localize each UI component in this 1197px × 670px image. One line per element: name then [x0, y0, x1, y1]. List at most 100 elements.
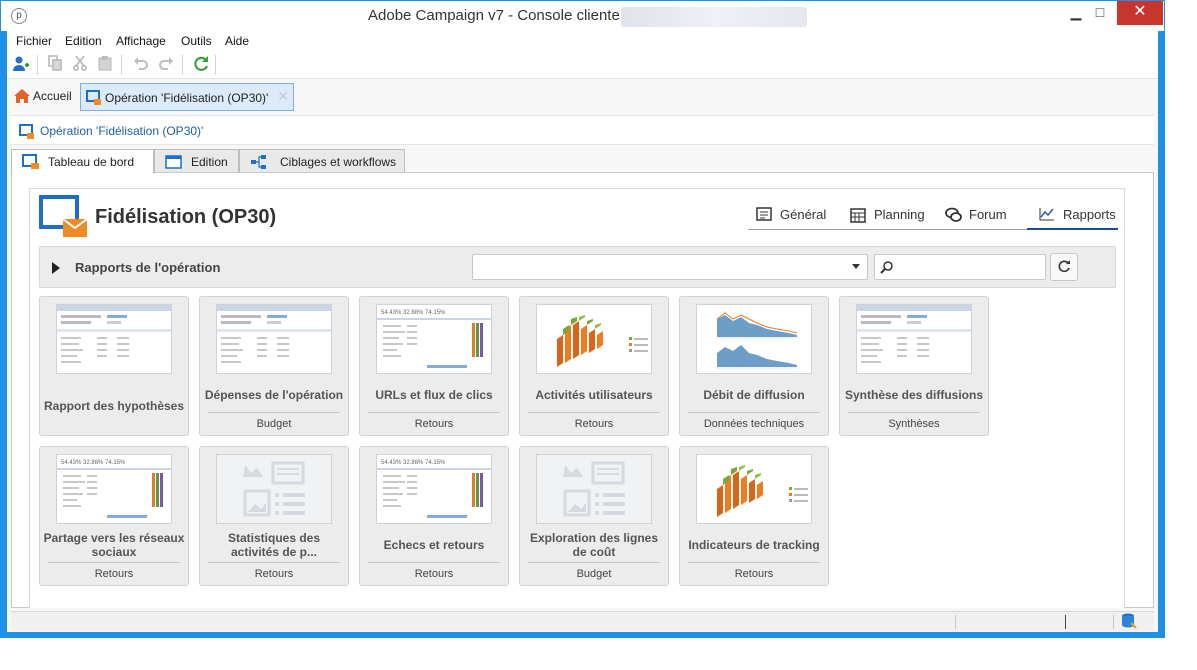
tab-ciblages-workflows-label: Ciblages et workflows: [280, 155, 397, 169]
close-tab-icon[interactable]: ✕: [277, 88, 289, 105]
svg-text:54.43% 32.88% 74.15%: 54.43% 32.88% 74.15%: [381, 460, 446, 466]
report-category: Retours: [734, 568, 774, 580]
chevron-down-icon: [852, 264, 860, 269]
report-card[interactable]: Exploration des lignes de coût Budget: [519, 446, 669, 586]
report-card[interactable]: Statistiques des activités de p... Retour…: [199, 446, 349, 586]
report-name: Exploration des lignes de coût: [529, 531, 659, 559]
database-icon: [1121, 613, 1137, 632]
menu-bar: Fichier Edition Affichage Outils Aide: [7, 31, 1158, 51]
tab-home[interactable]: Accueil: [11, 85, 76, 109]
card-divider: [688, 412, 820, 413]
tab-home-label: Accueil: [33, 89, 72, 103]
status-separator: [955, 615, 956, 629]
chart-line-icon: [1039, 207, 1055, 224]
report-category: Données techniques: [703, 418, 805, 430]
report-name: Activités utilisateurs: [535, 388, 653, 402]
nav-forum[interactable]: Forum: [945, 205, 1007, 230]
report-card[interactable]: Rapport des hypothèses: [39, 296, 189, 436]
menu-outils[interactable]: Outils: [181, 34, 212, 48]
redo-icon[interactable]: [156, 55, 176, 75]
report-card[interactable]: 54.43% 32.88% 74.15% Echecs et retours Ret…: [359, 446, 509, 586]
report-thumbnail: 54.43% 32.88% 74.15%: [56, 454, 172, 524]
operation-title: Fidélisation (OP30): [95, 206, 277, 228]
report-thumbnail: [56, 304, 172, 374]
maximize-button[interactable]: □: [1083, 1, 1117, 25]
report-name: Indicateurs de tracking: [688, 538, 820, 552]
report-category: Retours: [254, 568, 294, 580]
report-name: Echecs et retours: [383, 538, 485, 552]
tab-edition[interactable]: Edition: [154, 149, 239, 173]
new-user-icon[interactable]: [11, 55, 31, 75]
tab-ciblages-workflows[interactable]: Ciblages et workflows: [239, 149, 405, 173]
paste-icon[interactable]: [95, 55, 115, 75]
nav-rapports-label: Rapports: [1063, 207, 1116, 222]
report-category: Synthèses: [888, 418, 940, 430]
operation-icon: [19, 124, 35, 143]
report-card[interactable]: Indicateurs de tracking Retours: [679, 446, 829, 586]
card-divider: [848, 412, 980, 413]
report-name: Partage vers les réseaux sociaux: [43, 531, 185, 559]
toolbar-separator: [182, 55, 183, 75]
report-thumbnail: [696, 304, 812, 374]
copy-icon[interactable]: [45, 55, 65, 75]
report-thumbnail: [536, 454, 652, 524]
report-search-input[interactable]: [874, 254, 1046, 280]
report-name: URLs et flux de clics: [375, 388, 493, 402]
nav-general[interactable]: Général: [756, 205, 826, 230]
report-thumbnail: 54.43% 32.88% 74.15%: [376, 304, 492, 374]
status-separator: [1113, 615, 1114, 629]
report-card[interactable]: 54.43% 32.88% 74.15% Partage vers les rés…: [39, 446, 189, 586]
refresh-button[interactable]: [1050, 253, 1078, 281]
report-category: Retours: [414, 568, 454, 580]
expand-arrow-icon[interactable]: [52, 262, 60, 274]
breadcrumb[interactable]: Opération 'Fidélisation (OP30)': [11, 115, 1154, 145]
menu-aide[interactable]: Aide: [225, 34, 249, 48]
tab-operation[interactable]: Opération 'Fidélisation (OP30)' ✕: [80, 83, 294, 111]
app-window: p Adobe Campaign v7 - Console cliente ▁ …: [0, 0, 1165, 638]
edit-form-icon: [165, 154, 183, 173]
report-name: Statistiques des activités de p...: [227, 531, 321, 559]
close-button[interactable]: ✕: [1117, 1, 1163, 25]
client-area: Fichier Edition Affichage Outils Aide Ac…: [7, 31, 1158, 632]
card-divider: [688, 562, 820, 563]
dashboard-icon: [22, 154, 40, 173]
report-category: Retours: [574, 418, 614, 430]
toolbar: [7, 51, 1158, 79]
nav-planning[interactable]: Planning: [850, 205, 925, 230]
reports-section-header: Rapports de l'opération: [39, 246, 1116, 288]
report-card[interactable]: Débit de diffusion Données techniques: [679, 296, 829, 436]
toolbar-separator: [215, 55, 216, 75]
tab-tableau-de-bord[interactable]: Tableau de bord: [11, 149, 154, 174]
report-card[interactable]: Dépenses de l'opération Budget: [199, 296, 349, 436]
card-divider: [48, 562, 180, 563]
section-title: Rapports de l'opération: [75, 260, 221, 275]
report-thumbnail: [216, 454, 332, 524]
title-bar[interactable]: p Adobe Campaign v7 - Console cliente ▁ …: [1, 1, 1164, 31]
nav-planning-label: Planning: [874, 207, 925, 222]
report-filter-select[interactable]: [472, 254, 868, 280]
dashboard-nav: Général Planning Forum Rapports: [748, 205, 1118, 230]
document-tabs: Accueil Opération 'Fidélisation (OP30)' …: [7, 83, 1158, 111]
dashboard-content: Fidélisation (OP30) Général Planning For…: [29, 188, 1125, 608]
operation-icon: [86, 90, 102, 109]
report-card[interactable]: 54.43% 32.88% 74.15% URLs et flux de clic…: [359, 296, 509, 436]
report-name: Rapport des hypothèses: [43, 399, 185, 413]
tab-edition-label: Edition: [191, 155, 228, 169]
undo-icon[interactable]: [131, 55, 151, 75]
menu-edition[interactable]: Edition: [65, 34, 102, 48]
nav-forum-label: Forum: [969, 207, 1007, 222]
refresh-icon[interactable]: [191, 55, 211, 75]
redacted-server-name: [621, 7, 807, 27]
report-card[interactable]: Activités utilisateurs Retours: [519, 296, 669, 436]
forum-icon: [945, 207, 963, 226]
report-thumbnail: 54.43% 32.88% 74.15%: [376, 454, 492, 524]
refresh-icon: [1058, 260, 1070, 273]
cut-icon[interactable]: [70, 55, 90, 75]
menu-affichage[interactable]: Affichage: [116, 34, 166, 48]
menu-fichier[interactable]: Fichier: [16, 34, 52, 48]
report-card[interactable]: Synthèse des diffusions Synthèses: [839, 296, 989, 436]
toolbar-separator: [121, 55, 122, 75]
card-divider: [208, 412, 340, 413]
nav-rapports[interactable]: Rapports: [1027, 205, 1118, 230]
dashboard-pane: Fidélisation (OP30) Général Planning For…: [11, 172, 1154, 608]
